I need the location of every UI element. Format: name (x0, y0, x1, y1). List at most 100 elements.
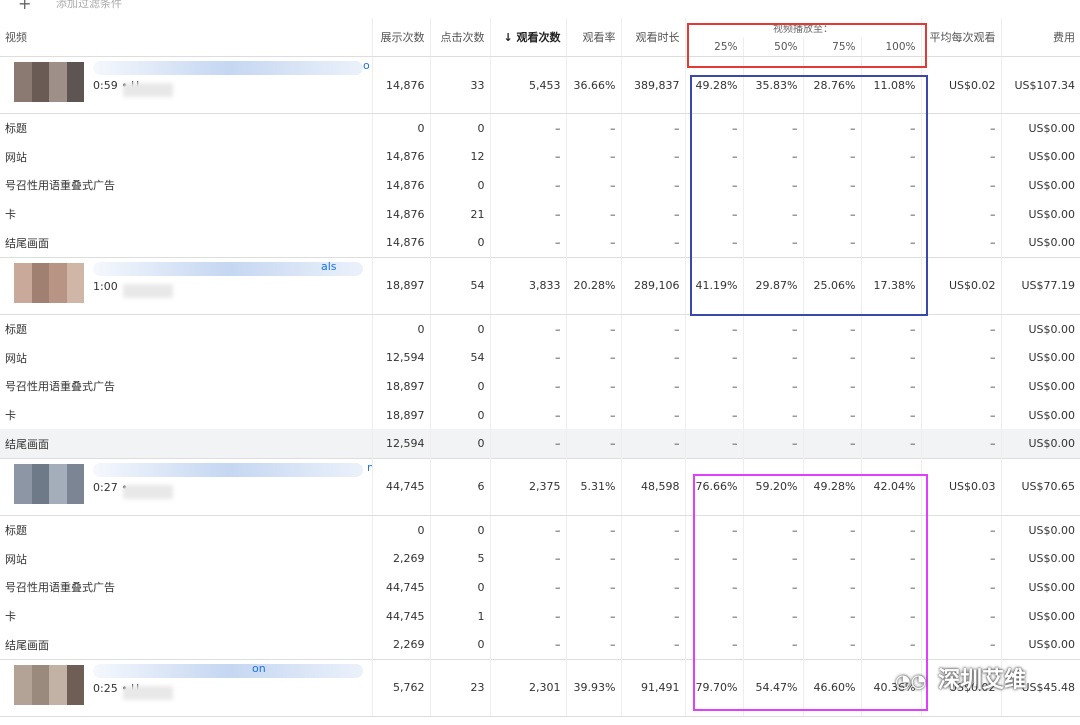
video-title-link[interactable]: o (363, 59, 370, 72)
cell-impressions: 44,745 (371, 457, 430, 516)
video-cell[interactable]: on 0:25 • U (0, 658, 372, 717)
cell-played-75: – (802, 171, 861, 200)
video-row[interactable]: n0:27 •44,74562,3755.31%48,59876.66%59.2… (0, 457, 1080, 516)
video-thumbnail[interactable] (14, 664, 84, 705)
col-header-avg-cpv[interactable]: 平均每次观看 (920, 18, 1001, 57)
cell-impressions: 5,762 (371, 658, 430, 717)
col-header-view-rate[interactable]: 观看率 (565, 18, 621, 57)
add-icon[interactable]: + (18, 0, 31, 13)
video-thumbnail[interactable] (14, 463, 84, 504)
cell-watch-time: – (620, 601, 685, 631)
col-header-clicks[interactable]: 点击次数 (429, 18, 490, 57)
video-title-blurred (93, 462, 363, 477)
cell-played-25: – (684, 113, 743, 143)
cell-avg-cpv: – (920, 601, 1001, 631)
cell-played-100: 11.08% (860, 56, 921, 114)
cell-watch-time: – (620, 544, 685, 574)
cell-played-100: – (860, 113, 921, 143)
click-type-row[interactable]: 网站 2,269 5– – – – – – – – US$0.00 (0, 544, 1080, 574)
cell-watch-time: – (620, 400, 685, 430)
col-header-played-50[interactable]: 50% (742, 37, 803, 57)
cell-played-100: – (860, 199, 921, 229)
cell-played-25: 41.19% (684, 256, 743, 315)
cell-played-100: – (860, 573, 921, 602)
cell-played-50: – (742, 372, 803, 401)
col-header-cost[interactable]: 费用 (1000, 18, 1080, 57)
col-header-played-75[interactable]: 75% (802, 37, 861, 57)
wechat-icon: ◔◔ (895, 671, 927, 692)
cell-cost: US$70.65 (1000, 457, 1080, 516)
cell-cost: US$0.00 (1000, 515, 1080, 545)
thumbnail-block (14, 463, 32, 504)
cell-played-50: – (742, 400, 803, 430)
cell-views: – (489, 544, 566, 574)
video-cell[interactable]: n0:27 • (0, 457, 372, 516)
cell-clicks: 0 (429, 400, 490, 430)
cell-impressions: 12,594 (371, 343, 430, 373)
cell-watch-time: 91,491 (620, 658, 685, 717)
cell-watch-time: – (620, 171, 685, 200)
click-type-row[interactable]: 卡 14,876 21– – – – – – – – US$0.00 (0, 199, 1080, 229)
video-meta-blurred (123, 283, 173, 298)
cell-played-25: – (684, 515, 743, 545)
click-type-row[interactable]: 标题 0 0– – – – – – – – US$0.00 (0, 314, 1080, 344)
click-type-row[interactable]: 网站 14,876 12– – – – – – – – US$0.00 (0, 142, 1080, 172)
cell-view-rate: – (565, 601, 621, 631)
video-thumbnail[interactable] (14, 62, 84, 102)
click-type-row[interactable]: 号召性用语重叠式广告 18,897 0– – – – – – – – US$0.00 (0, 372, 1080, 401)
video-title-link[interactable]: als (321, 260, 337, 273)
cell-played-50: – (742, 113, 803, 143)
video-cell[interactable]: als 1:00 (0, 256, 372, 315)
click-type-row[interactable]: 结尾画面 14,876 0– – – – – – – – US$0.00 (0, 228, 1080, 258)
cell-played-50: – (742, 228, 803, 258)
click-type-row[interactable]: 网站 12,594 54– – – – – – – – US$0.00 (0, 343, 1080, 373)
cell-played-25: – (684, 142, 743, 172)
video-title-link[interactable]: on (252, 662, 266, 675)
click-type-row[interactable]: 结尾画面 12,594 0– – – – – – – – US$0.00 (0, 429, 1080, 459)
cell-clicks: 5 (429, 544, 490, 574)
add-filter-link[interactable]: 添加过滤条件 (56, 0, 122, 11)
video-title-link[interactable]: n (367, 461, 372, 474)
thumbnail-block (49, 664, 67, 705)
cell-played-75: – (802, 573, 861, 602)
cell-played-25: – (684, 400, 743, 430)
click-type-row[interactable]: 卡 18,897 0– – – – – – – – US$0.00 (0, 400, 1080, 430)
cell-impressions: 0 (371, 113, 430, 143)
thumbnail-block (66, 262, 84, 303)
cell-view-rate: – (565, 515, 621, 545)
thumbnail-block (49, 262, 67, 303)
click-type-row[interactable]: 结尾画面 2,269 0– – – – – – – – US$0.00 (0, 630, 1080, 660)
col-header-video[interactable]: 视频 (0, 18, 372, 57)
col-header-watch-time[interactable]: 观看时长 (620, 18, 685, 57)
click-type-row[interactable]: 号召性用语重叠式广告 44,745 0– – – – – – – – US$0.00 (0, 573, 1080, 602)
cell-clicks: 1 (429, 601, 490, 631)
cell-avg-cpv: – (920, 343, 1001, 373)
click-type-row[interactable]: 标题 0 0– – – – – – – – US$0.00 (0, 515, 1080, 545)
col-header-played-100[interactable]: 100% (860, 37, 921, 57)
video-row[interactable]: als 1:00 18,897 54 3,833 20.28% 289,106 41.19% 2… (0, 256, 1080, 315)
click-type-row[interactable]: 卡 44,745 1– – – – – – – – US$0.00 (0, 601, 1080, 631)
video-row[interactable]: o 0:59 • U 14,876 33 5,453 36.66% 389,837 49.28… (0, 56, 1080, 114)
click-type-row[interactable]: 标题 0 0– – – – – – – – US$0.00 (0, 113, 1080, 143)
col-header-impressions[interactable]: 展示次数 (371, 18, 430, 57)
cell-watch-time: – (620, 573, 685, 602)
cell-avg-cpv: – (920, 199, 1001, 229)
cell-watch-time: – (620, 429, 685, 459)
video-thumbnail[interactable] (14, 262, 84, 303)
video-cell[interactable]: o 0:59 • U (0, 56, 372, 114)
col-header-views[interactable]: ↓ 观看次数 (489, 18, 566, 57)
cell-clicks: 0 (429, 573, 490, 602)
cell-played-75: – (802, 372, 861, 401)
cell-played-100: – (860, 429, 921, 459)
thumbnail-block (31, 262, 49, 303)
click-type-row[interactable]: 号召性用语重叠式广告 14,876 0– – – – – – – – US$0.00 (0, 171, 1080, 200)
cell-watch-time: – (620, 515, 685, 545)
cell-cost: US$0.00 (1000, 171, 1080, 200)
cell-watch-time: – (620, 314, 685, 344)
cell-clicks: 0 (429, 228, 490, 258)
cell-view-rate: 36.66% (565, 56, 621, 114)
cell-avg-cpv: – (920, 429, 1001, 459)
cell-cost: US$0.00 (1000, 400, 1080, 430)
col-header-played-25[interactable]: 25% (684, 37, 743, 57)
cell-view-rate: – (565, 171, 621, 200)
